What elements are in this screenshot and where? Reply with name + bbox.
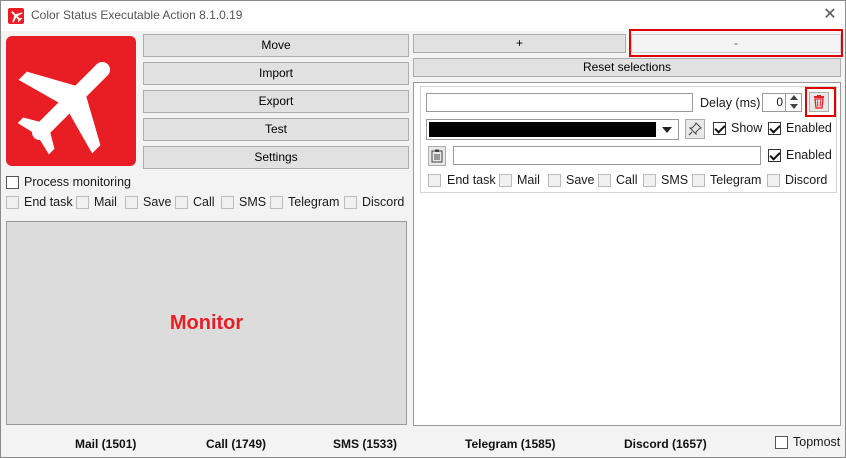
clipboard-icon [431, 149, 443, 163]
show-label: Show [731, 121, 763, 135]
telegram-label: Telegram [288, 195, 340, 209]
add-button[interactable]: + [413, 34, 626, 53]
delete-button-highlight [805, 87, 836, 117]
airplane-logo-icon [6, 36, 136, 166]
entry-sms-checkbox[interactable] [643, 174, 656, 187]
airplane-app-icon [8, 8, 24, 24]
save-label: Save [143, 195, 172, 209]
end-task-label: End task [24, 195, 73, 209]
reset-selections-button[interactable]: Reset selections [413, 58, 841, 77]
entry-call-checkbox[interactable] [598, 174, 611, 187]
process-monitoring-checkbox[interactable] [6, 176, 19, 189]
call-checkbox[interactable] [175, 196, 188, 209]
window-title: Color Status Executable Action 8.1.0.19 [31, 8, 243, 22]
path-enabled-label: Enabled [786, 148, 832, 162]
enabled-label: Enabled [786, 121, 832, 135]
path-enabled-checkbox[interactable] [768, 149, 781, 162]
monitor-area[interactable]: Monitor [6, 221, 407, 425]
move-button[interactable]: Move [143, 34, 409, 57]
color-dropdown[interactable] [426, 119, 679, 140]
entry-telegram-checkbox[interactable] [692, 174, 705, 187]
spinner-down-icon[interactable] [790, 104, 798, 109]
save-checkbox[interactable] [125, 196, 138, 209]
entry-sms-label: SMS [661, 173, 689, 187]
telegram-checkbox[interactable] [270, 196, 283, 209]
telegram-count: Telegram (1585) [465, 437, 556, 451]
entry-discord-label: Discord [785, 173, 828, 187]
process-monitoring-label: Process monitoring [24, 175, 131, 189]
enabled-checkbox[interactable] [768, 122, 781, 135]
sms-label: SMS [239, 195, 267, 209]
delay-spinner[interactable] [785, 93, 801, 112]
spinner-up-icon[interactable] [790, 95, 798, 100]
monitor-label: Monitor [169, 312, 244, 334]
export-button[interactable]: Export [143, 90, 409, 113]
browse-file-button[interactable] [428, 146, 446, 166]
entry-save-checkbox[interactable] [548, 174, 561, 187]
entry-end-task-checkbox[interactable] [428, 174, 441, 187]
chevron-down-icon [662, 127, 672, 133]
show-checkbox[interactable] [713, 122, 726, 135]
entry-mail-checkbox[interactable] [499, 174, 512, 187]
pin-icon [688, 122, 702, 136]
mail-count: Mail (1501) [75, 437, 137, 451]
color-swatch [429, 122, 656, 137]
sms-count: SMS (1533) [333, 437, 398, 451]
entry-end-task-label: End task [447, 173, 496, 187]
entry-save-label: Save [566, 173, 595, 187]
entry-call-label: Call [616, 173, 638, 187]
remove-button-highlight [629, 29, 843, 57]
executable-path-input[interactable] [453, 146, 761, 165]
entry-discord-checkbox[interactable] [767, 174, 780, 187]
end-task-checkbox[interactable] [6, 196, 19, 209]
entry-mail-label: Mail [517, 173, 540, 187]
sms-checkbox[interactable] [221, 196, 234, 209]
settings-button[interactable]: Settings [143, 146, 409, 169]
delay-label: Delay (ms) [700, 96, 761, 110]
pick-color-button[interactable] [685, 119, 705, 139]
discord-count: Discord (1657) [624, 437, 707, 451]
topmost-label: Topmost [793, 435, 841, 449]
call-label: Call [193, 195, 215, 209]
discord-label: Discord [362, 195, 405, 209]
entry-name-input[interactable] [426, 93, 693, 112]
import-button[interactable]: Import [143, 62, 409, 85]
discord-checkbox[interactable] [344, 196, 357, 209]
close-icon[interactable]: ✕ [820, 4, 840, 24]
call-count: Call (1749) [206, 437, 267, 451]
test-button[interactable]: Test [143, 118, 409, 141]
topmost-checkbox[interactable] [775, 436, 788, 449]
mail-checkbox[interactable] [76, 196, 89, 209]
entry-telegram-label: Telegram [710, 173, 762, 187]
mail-label: Mail [94, 195, 117, 209]
